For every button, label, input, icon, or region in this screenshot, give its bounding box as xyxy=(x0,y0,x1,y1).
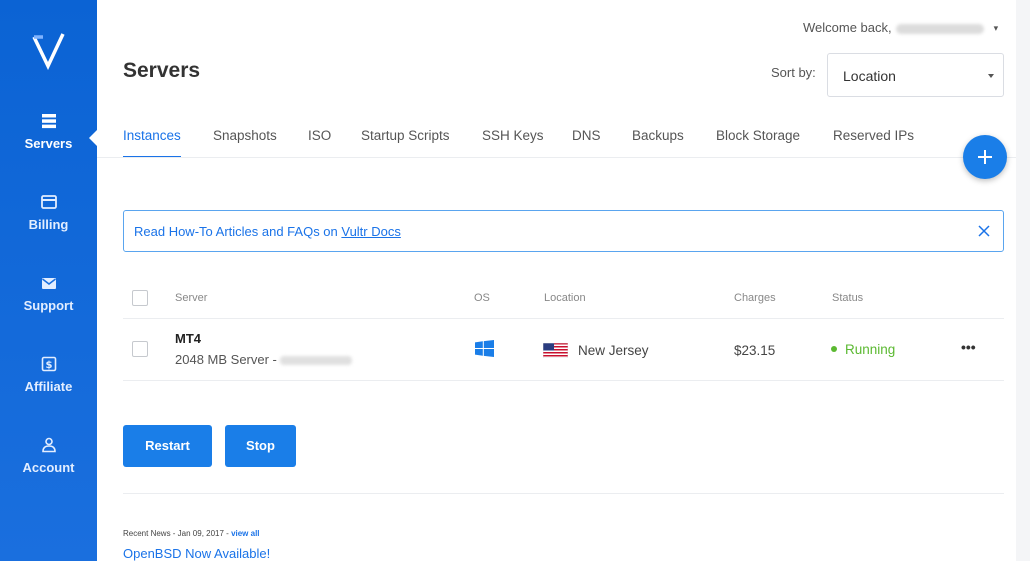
recent-news-meta: Recent News - Jan 09, 2017 - view all xyxy=(123,529,260,538)
tab-reserved-ips[interactable]: Reserved IPs xyxy=(833,128,914,158)
tab-ssh-keys[interactable]: SSH Keys xyxy=(482,128,544,158)
restart-button[interactable]: Restart xyxy=(123,425,212,467)
tab-block-storage[interactable]: Block Storage xyxy=(716,128,800,158)
sidebar-item-label: Billing xyxy=(28,217,69,232)
sidebar-item-affiliate[interactable]: $ Affiliate xyxy=(0,356,97,396)
sidebar: Servers Billing Support $ Affiliate Acco… xyxy=(0,0,97,561)
redacted-username xyxy=(895,23,984,34)
section-divider xyxy=(123,493,1004,494)
credit-card-icon xyxy=(40,195,57,209)
svg-text:$: $ xyxy=(45,360,52,371)
notice-text: Read How-To Articles and FAQs on Vultr D… xyxy=(134,224,401,239)
tab-dns[interactable]: DNS xyxy=(572,128,601,158)
column-header-location: Location xyxy=(544,292,586,304)
view-all-link[interactable]: view all xyxy=(231,529,259,538)
sidebar-item-billing[interactable]: Billing xyxy=(0,194,97,234)
sort-label: Sort by: xyxy=(771,65,816,80)
scrollbar[interactable] xyxy=(1016,0,1030,561)
chevron-down-icon: ▾ xyxy=(993,23,999,34)
tabs-divider xyxy=(97,157,1030,158)
active-nav-indicator xyxy=(89,130,97,146)
server-location: New Jersey xyxy=(578,343,649,358)
welcome-text: Welcome back, xyxy=(803,20,892,35)
column-header-server: Server xyxy=(175,292,208,304)
add-server-button[interactable] xyxy=(963,135,1007,179)
sidebar-item-label: Account xyxy=(22,460,75,475)
server-subtitle: 2048 MB Server - xyxy=(175,352,352,367)
sidebar-item-label: Support xyxy=(23,298,74,313)
server-name[interactable]: MT4 xyxy=(175,331,201,346)
table-header-divider xyxy=(123,318,1004,319)
servers-icon xyxy=(41,114,56,129)
redacted-ip xyxy=(279,356,352,366)
server-plan: 2048 MB Server - xyxy=(175,352,277,367)
column-header-status: Status xyxy=(832,292,864,304)
vultr-docs-link[interactable]: Vultr Docs xyxy=(341,224,400,239)
tab-instances[interactable]: Instances xyxy=(123,128,181,158)
column-header-charges: Charges xyxy=(734,292,776,304)
dollar-icon: $ xyxy=(41,356,56,372)
plus-icon-vertical xyxy=(984,150,986,164)
sidebar-item-account[interactable]: Account xyxy=(0,437,97,477)
sidebar-item-label: Servers xyxy=(24,136,73,151)
vultr-logo-icon[interactable] xyxy=(31,32,67,70)
notice-message: Read How-To Articles and FAQs on xyxy=(134,224,342,239)
stop-button[interactable]: Stop xyxy=(225,425,296,467)
tab-backups[interactable]: Backups xyxy=(632,128,684,158)
chevron-down-icon xyxy=(988,74,994,78)
server-status: Running xyxy=(845,342,896,357)
docs-notice: Read How-To Articles and FAQs on Vultr D… xyxy=(123,210,1004,252)
windows-icon xyxy=(475,340,494,357)
tab-startup-scripts[interactable]: Startup Scripts xyxy=(361,128,450,158)
user-menu[interactable]: Welcome back, ▾ xyxy=(803,20,998,35)
page-title: Servers xyxy=(123,59,201,82)
column-header-os: OS xyxy=(474,292,490,304)
user-icon xyxy=(41,437,56,453)
sidebar-item-label: Affiliate xyxy=(24,379,73,394)
sort-select-value: Location xyxy=(843,68,896,84)
envelope-icon xyxy=(41,278,56,289)
close-icon[interactable] xyxy=(977,224,991,238)
more-options-icon[interactable]: ••• xyxy=(961,339,976,355)
sidebar-item-servers[interactable]: Servers xyxy=(0,113,97,153)
tab-iso[interactable]: ISO xyxy=(308,128,331,158)
sidebar-item-support[interactable]: Support xyxy=(0,275,97,315)
us-flag-icon xyxy=(543,343,568,358)
news-headline-link[interactable]: OpenBSD Now Available! xyxy=(123,546,270,561)
news-date: Recent News - Jan 09, 2017 - xyxy=(123,529,232,538)
table-row-divider xyxy=(123,380,1004,381)
server-charges: $23.15 xyxy=(734,343,776,358)
tab-snapshots[interactable]: Snapshots xyxy=(213,128,277,158)
status-indicator xyxy=(831,346,837,352)
row-checkbox[interactable] xyxy=(132,341,148,357)
select-all-checkbox[interactable] xyxy=(132,290,148,306)
sort-select[interactable]: Location xyxy=(827,53,1004,97)
